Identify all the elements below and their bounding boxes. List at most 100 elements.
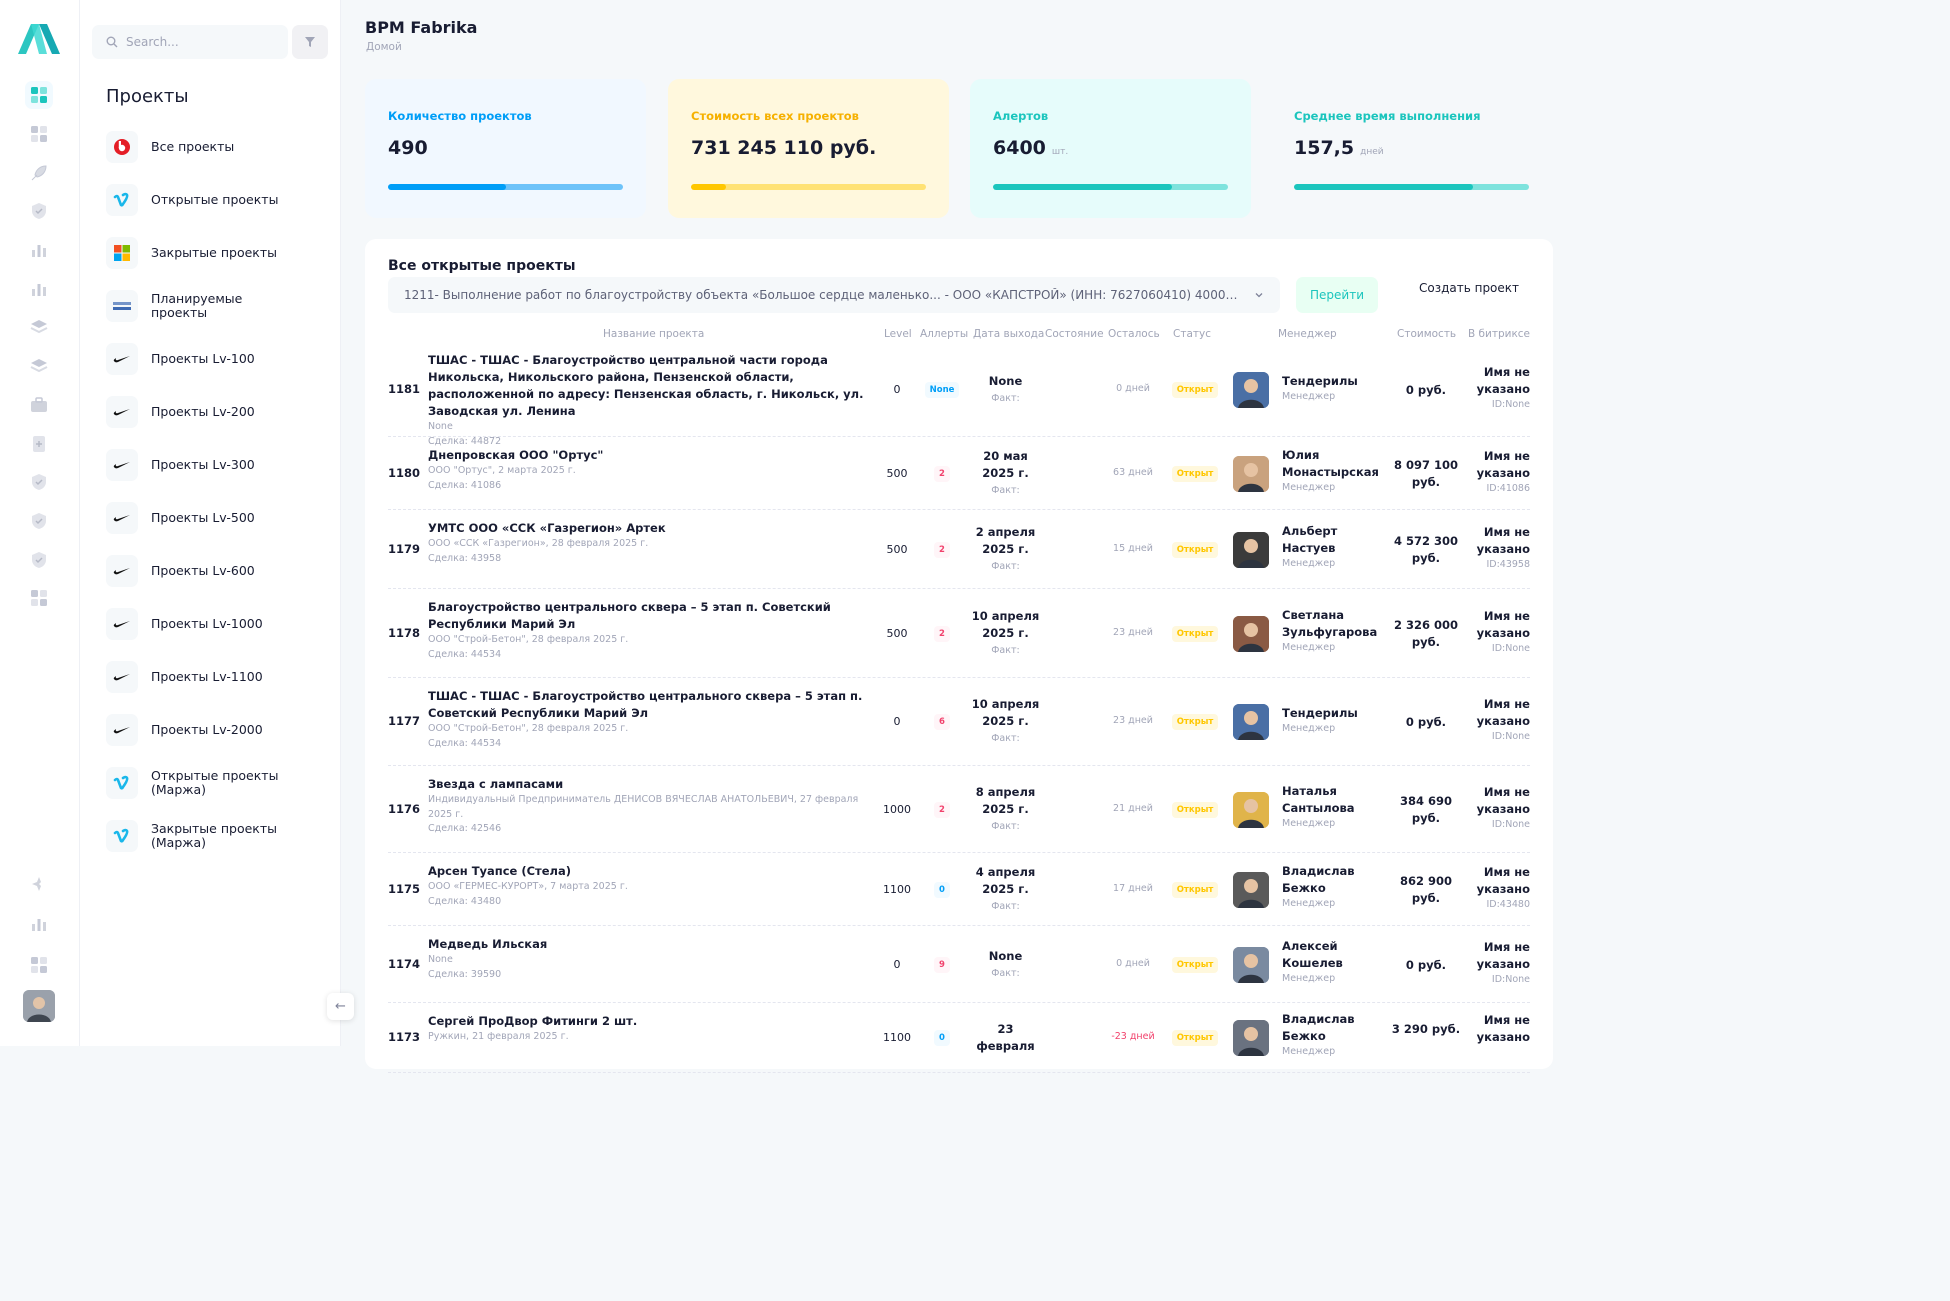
- sidebar-item[interactable]: Проекты Lv-200: [106, 396, 255, 428]
- app-logo-icon[interactable]: [18, 24, 60, 54]
- bitrix-name[interactable]: Имя не указано: [1473, 608, 1530, 642]
- shield-icon[interactable]: [25, 507, 53, 535]
- table-row[interactable]: 1174 Медведь Ильская None Сделка: 39590 …: [388, 926, 1530, 1003]
- manager-avatar[interactable]: [1233, 1020, 1269, 1056]
- manager-name[interactable]: Владислав Бежко: [1282, 863, 1382, 897]
- column-header[interactable]: Состояние: [1045, 328, 1104, 340]
- briefcase-icon[interactable]: [25, 391, 53, 419]
- project-name[interactable]: Медведь Ильская: [428, 936, 868, 953]
- bitrix-name[interactable]: Имя не указано: [1473, 524, 1530, 558]
- manager-avatar[interactable]: [1233, 704, 1269, 740]
- sidebar-item[interactable]: Проекты Lv-500: [106, 502, 255, 534]
- manager-name[interactable]: Юлия Монастырская: [1282, 447, 1382, 481]
- column-header[interactable]: Level: [884, 328, 912, 340]
- shield-icon[interactable]: [25, 546, 53, 574]
- bitrix-name[interactable]: Имя не указано: [1473, 448, 1530, 482]
- column-header[interactable]: Менеджер: [1278, 328, 1337, 340]
- project-select[interactable]: 1211- Выполнение работ по благоустройств…: [388, 277, 1280, 313]
- bitrix-name[interactable]: Имя не указано: [1473, 1012, 1530, 1046]
- manager-avatar[interactable]: [1233, 455, 1269, 492]
- column-header[interactable]: В битриксе: [1468, 328, 1530, 340]
- column-header[interactable]: Название проекта: [603, 328, 704, 340]
- manager-avatar[interactable]: [1233, 791, 1269, 828]
- project-name[interactable]: Днепровская ООО "Ортус": [428, 447, 868, 464]
- sidebar-item[interactable]: Закрытые проекты: [106, 237, 277, 269]
- user-avatar[interactable]: [23, 990, 55, 1022]
- sparkle-icon[interactable]: [25, 870, 53, 898]
- project-name[interactable]: Звезда с лампасами: [428, 776, 868, 793]
- column-header[interactable]: Статус: [1173, 328, 1211, 340]
- table-row[interactable]: 1173 Сергей ПроДвор Фитинги 2 шт. Ружкин…: [388, 1003, 1530, 1073]
- sidebar-item[interactable]: Проекты Lv-100: [106, 343, 255, 375]
- apps-icon[interactable]: [25, 120, 53, 148]
- chart-icon[interactable]: [25, 236, 53, 264]
- table-row[interactable]: 1176 Звезда с лампасами Индивидуальный П…: [388, 766, 1530, 853]
- table-row[interactable]: 1178 Благоустройство центрального сквера…: [388, 589, 1530, 678]
- stat-unit: дней: [1360, 147, 1384, 157]
- project-name[interactable]: Благоустройство центрального сквера – 5 …: [428, 599, 868, 633]
- manager-name[interactable]: Тендерилы: [1282, 373, 1382, 390]
- table-row[interactable]: 1179 УМТС ООО «ССК «Газрегион» Артек ООО…: [388, 510, 1530, 589]
- manager-avatar[interactable]: [1233, 615, 1269, 652]
- chart-icon[interactable]: [25, 910, 53, 938]
- project-name[interactable]: УМТС ООО «ССК «Газрегион» Артек: [428, 520, 868, 537]
- collapse-sidebar-button[interactable]: ←: [327, 993, 354, 1020]
- project-cost: 3 290 руб.: [1391, 1022, 1461, 1036]
- release-fact: Факт:: [991, 560, 1020, 572]
- layers-icon[interactable]: [25, 352, 53, 380]
- manager-avatar[interactable]: [1233, 946, 1269, 983]
- bitrix-name[interactable]: Имя не указано: [1473, 784, 1530, 818]
- bitrix-name[interactable]: Имя не указано: [1473, 864, 1530, 898]
- manager-avatar[interactable]: [1233, 371, 1269, 408]
- project-name[interactable]: ТШАС - ТШАС - Благоустройство центрально…: [428, 688, 868, 722]
- manager-avatar[interactable]: [1233, 531, 1269, 568]
- table-row[interactable]: 1177 ТШАС - ТШАС - Благоустройство центр…: [388, 678, 1530, 766]
- column-header[interactable]: Осталось: [1108, 328, 1160, 340]
- sidebar-item-label: Проекты Lv-500: [151, 510, 255, 525]
- filter-button[interactable]: [292, 25, 328, 59]
- project-name[interactable]: ТШАС - ТШАС - Благоустройство центрально…: [428, 352, 868, 420]
- manager-name[interactable]: Тендерилы: [1282, 705, 1382, 722]
- breadcrumb[interactable]: Домой: [366, 41, 402, 53]
- project-name[interactable]: Сергей ПроДвор Фитинги 2 шт.: [428, 1013, 868, 1030]
- sidebar-item[interactable]: Планируемые проекты: [106, 290, 301, 322]
- column-header[interactable]: Дата выхода: [973, 328, 1044, 340]
- table-row[interactable]: 1180 Днепровская ООО "Ортус" ООО "Ортус"…: [388, 437, 1530, 510]
- apps-icon[interactable]: [25, 584, 53, 612]
- table-row[interactable]: 1181 ТШАС - ТШАС - Благоустройство центр…: [388, 342, 1530, 447]
- table-row[interactable]: 1175 Арсен Туапсе (Стела) ООО «ГЕРМЕС-КУ…: [388, 853, 1530, 926]
- chart-icon[interactable]: [25, 275, 53, 303]
- sidebar-item[interactable]: Закрытые проекты (Маржа): [106, 820, 301, 852]
- manager-name[interactable]: Светлана Зульфугарова: [1282, 607, 1382, 641]
- dashboard-icon[interactable]: [25, 81, 53, 109]
- sidebar-item[interactable]: Проекты Lv-300: [106, 449, 255, 481]
- column-header[interactable]: Аллерты: [920, 328, 968, 340]
- manager-name[interactable]: Наталья Сантылова: [1282, 783, 1382, 817]
- column-header[interactable]: Стоимость: [1397, 328, 1456, 340]
- rocket-icon[interactable]: [25, 159, 53, 187]
- apps-icon[interactable]: [25, 951, 53, 979]
- sidebar-item[interactable]: Проекты Lv-1100: [106, 661, 263, 693]
- go-button[interactable]: Перейти: [1296, 277, 1378, 313]
- manager-name[interactable]: Алексей Кошелев: [1282, 938, 1382, 972]
- bitrix-name[interactable]: Имя не указано: [1473, 696, 1530, 730]
- shield-icon[interactable]: [25, 197, 53, 225]
- sidebar-item[interactable]: Открытые проекты (Маржа): [106, 767, 301, 799]
- add-document-icon[interactable]: [25, 430, 53, 458]
- sidebar-item[interactable]: Открытые проекты: [106, 184, 278, 216]
- create-project-button[interactable]: Создать проект: [1410, 277, 1528, 299]
- sidebar-item[interactable]: Проекты Lv-600: [106, 555, 255, 587]
- search-input[interactable]: Search...: [92, 25, 288, 59]
- project-name[interactable]: Арсен Туапсе (Стела): [428, 863, 868, 880]
- sidebar-item[interactable]: Все проекты: [106, 131, 234, 163]
- sidebar-item[interactable]: Проекты Lv-1000: [106, 608, 263, 640]
- bitrix-id: ID:None: [1491, 973, 1530, 985]
- bitrix-name[interactable]: Имя не указано: [1473, 939, 1530, 973]
- manager-name[interactable]: Владислав Бежко: [1282, 1011, 1382, 1045]
- manager-name[interactable]: Альберт Настуев: [1282, 523, 1382, 557]
- sidebar-item[interactable]: Проекты Lv-2000: [106, 714, 263, 746]
- bitrix-name[interactable]: Имя не указано: [1473, 364, 1530, 398]
- layers-icon[interactable]: [25, 313, 53, 341]
- shield-icon[interactable]: [25, 468, 53, 496]
- manager-avatar[interactable]: [1233, 871, 1269, 908]
